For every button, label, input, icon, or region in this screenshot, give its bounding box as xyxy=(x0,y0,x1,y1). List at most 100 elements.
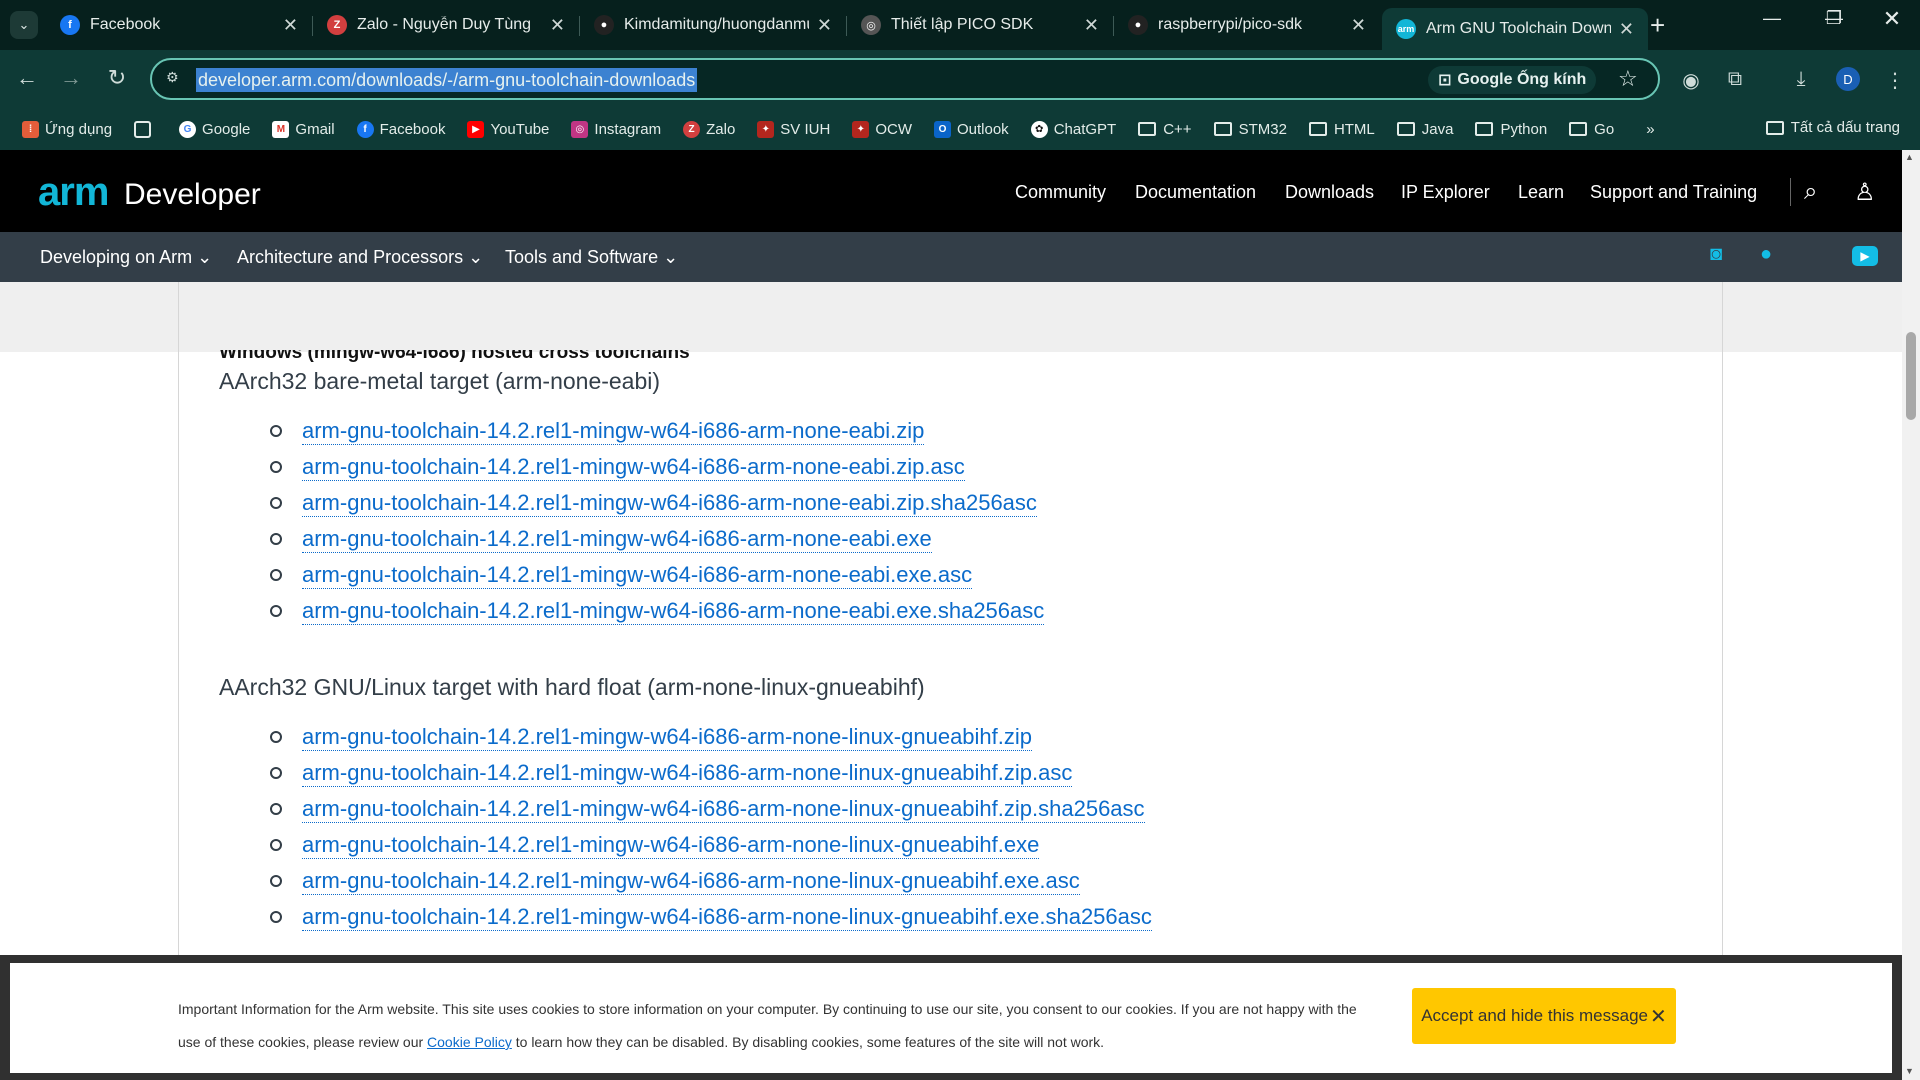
youtube-icon[interactable]: ▶ xyxy=(1852,246,1878,266)
discord-icon[interactable]: ◙ xyxy=(1703,243,1729,269)
close-icon[interactable]: ✕ xyxy=(283,15,298,36)
bookmark-label: HTML xyxy=(1333,120,1375,138)
bookmark-folder-html[interactable]: HTML xyxy=(1308,120,1375,138)
bookmark-folder-stm32[interactable]: STM32 xyxy=(1213,121,1287,138)
arm-logo-suffix[interactable]: Developer xyxy=(124,178,261,212)
scroll-down-icon[interactable]: ▼ xyxy=(1905,1066,1914,1076)
page-scrollbar[interactable] xyxy=(1902,150,1920,1080)
all-bookmarks-button[interactable]: Tất cả dấu trang xyxy=(1765,119,1900,136)
scrollbar-thumb[interactable] xyxy=(1906,332,1916,420)
accept-label: Accept and hide this message xyxy=(1421,1006,1649,1025)
subnav-tools-and-software[interactable]: Tools and Software ⌄ xyxy=(505,247,678,268)
bookmark-folder-python[interactable]: Python xyxy=(1475,121,1547,138)
profile-avatar[interactable]: D xyxy=(1836,67,1860,91)
download-link[interactable]: arm-gnu-toolchain-14.2.rel1-mingw-w64-i6… xyxy=(302,526,932,553)
bookmark-gmail[interactable]: M Gmail xyxy=(272,120,335,138)
subnav-label: Tools and Software xyxy=(505,247,659,267)
bookmark-youtube[interactable]: ▶ YouTube xyxy=(467,120,549,138)
download-link[interactable]: arm-gnu-toolchain-14.2.rel1-mingw-w64-i6… xyxy=(302,760,1073,787)
extensions-icon[interactable]: ⧉ xyxy=(1720,68,1750,91)
nav-ip-explorer[interactable]: IP Explorer xyxy=(1401,182,1490,203)
tab-pico-sdk-setup[interactable]: ◎ Thiết lập PICO SDK ✕ xyxy=(847,8,1113,42)
tab-title: raspberrypi/pico-sdk xyxy=(1158,16,1303,33)
bookmark-label: ChatGPT xyxy=(1053,120,1117,138)
cookie-policy-link[interactable]: Cookie Policy xyxy=(427,1034,512,1050)
ip-extension-icon[interactable]: ◉ xyxy=(1676,68,1706,93)
close-icon[interactable]: ✕ xyxy=(550,15,565,36)
folder-icon xyxy=(1308,122,1327,136)
bookmark-google[interactable]: G Google xyxy=(179,120,250,138)
download-link[interactable]: arm-gnu-toolchain-14.2.rel1-mingw-w64-i6… xyxy=(302,904,1152,931)
omnibox[interactable]: ⚙ developer.arm.com/downloads/-/arm-gnu-… xyxy=(150,58,1660,100)
nav-community[interactable]: Community xyxy=(1015,182,1106,203)
close-icon: ✕ xyxy=(1650,1005,1667,1028)
close-window-button[interactable]: ✕ xyxy=(1872,6,1912,32)
tab-github-kimdamitung[interactable]: ● Kimdamitung/huongdanmu ✕ xyxy=(580,8,846,42)
download-link[interactable]: arm-gnu-toolchain-14.2.rel1-mingw-w64-i6… xyxy=(302,868,1080,895)
download-link[interactable]: arm-gnu-toolchain-14.2.rel1-mingw-w64-i6… xyxy=(302,562,973,589)
bookmark-label: OCW xyxy=(875,120,912,138)
tab-github-pico-sdk[interactable]: ● raspberrypi/pico-sdk ✕ xyxy=(1114,8,1380,42)
download-icon[interactable]: ⤓ xyxy=(1786,68,1816,91)
download-link[interactable]: arm-gnu-toolchain-14.2.rel1-mingw-w64-i6… xyxy=(302,724,1033,751)
arm-subnav: Developing on Arm ⌄ Architecture and Pro… xyxy=(0,232,1902,282)
subnav-developing-on-arm[interactable]: Developing on Arm ⌄ xyxy=(40,247,212,268)
nav-downloads[interactable]: Downloads xyxy=(1285,182,1374,203)
restore-button[interactable]: ❐ xyxy=(1814,8,1854,29)
menu-kebab-icon[interactable]: ⋮ xyxy=(1880,68,1910,93)
google-lens-button[interactable]: ⊡ Google Ống kính xyxy=(1428,66,1597,94)
close-icon[interactable]: ✕ xyxy=(1619,19,1634,40)
tab-zalo[interactable]: Z Zalo - Nguyễn Duy Tùng ✕ xyxy=(313,8,579,42)
bookmark-outlook[interactable]: O Outlook xyxy=(933,120,1009,138)
bookmarks-bar: ⁞ Ứng dụng G Google M Gmail f Facebook ▶ YouT… xyxy=(0,108,1920,150)
nav-learn[interactable]: Learn xyxy=(1518,182,1564,203)
cookie-text-part: to learn how they can be disabled. By di… xyxy=(511,1034,1105,1050)
nav-support-and-training[interactable]: Support and Training xyxy=(1590,182,1757,203)
bookmark-apps[interactable]: ⁞ Ứng dụng xyxy=(22,120,112,138)
bookmark-zalo[interactable]: Z Zalo xyxy=(683,120,735,138)
bookmark-folder-cpp[interactable]: C++ xyxy=(1138,121,1192,138)
scroll-up-icon[interactable]: ▲ xyxy=(1905,152,1914,162)
minimize-button[interactable]: — xyxy=(1752,8,1792,29)
search-icon[interactable]: ⌕ xyxy=(1804,178,1817,206)
download-link[interactable]: arm-gnu-toolchain-14.2.rel1-mingw-w64-i6… xyxy=(302,418,925,445)
github-icon[interactable]: ● xyxy=(1753,243,1779,269)
accept-cookies-button[interactable]: Accept and hide this message ✕ xyxy=(1412,988,1676,1044)
download-link[interactable]: arm-gnu-toolchain-14.2.rel1-mingw-w64-i6… xyxy=(302,832,1040,859)
close-icon[interactable]: ✕ xyxy=(817,15,832,36)
close-icon[interactable]: ✕ xyxy=(1351,15,1366,36)
download-link[interactable]: arm-gnu-toolchain-14.2.rel1-mingw-w64-i6… xyxy=(302,454,965,481)
bookmark-instagram[interactable]: ◎ Instagram xyxy=(571,120,661,138)
list-item: arm-gnu-toolchain-14.2.rel1-mingw-w64-i6… xyxy=(270,794,1145,824)
bookmark-folder-java[interactable]: Java xyxy=(1396,121,1453,138)
bookmark-star-icon[interactable]: ☆ xyxy=(1618,66,1638,92)
list-item: arm-gnu-toolchain-14.2.rel1-mingw-w64-i6… xyxy=(270,758,1073,788)
url-input[interactable]: developer.arm.com/downloads/-/arm-gnu-to… xyxy=(196,68,698,92)
tab-facebook[interactable]: f Facebook ✕ xyxy=(46,8,312,42)
tab-search-button[interactable]: ⌄ xyxy=(10,11,38,39)
bookmark-chatgpt[interactable]: ✿ ChatGPT xyxy=(1030,120,1117,138)
download-link[interactable]: arm-gnu-toolchain-14.2.rel1-mingw-w64-i6… xyxy=(302,490,1037,517)
tab-arm-gnu-toolchain[interactable]: arm Arm GNU Toolchain Downl ✕ xyxy=(1382,8,1648,50)
user-icon[interactable]: ♙ xyxy=(1854,178,1876,207)
subnav-architecture-and-processors[interactable]: Architecture and Processors ⌄ xyxy=(237,247,483,268)
bookmark-label: Outlook xyxy=(956,120,1009,138)
back-icon[interactable]: ← xyxy=(12,65,42,91)
bookmark-sv-iuh[interactable]: ✦ SV IUH xyxy=(757,120,830,138)
bookmark-facebook[interactable]: f Facebook xyxy=(356,120,445,138)
arm-logo[interactable]: arm xyxy=(38,170,109,215)
more-bookmarks-button[interactable]: » xyxy=(1646,121,1654,138)
bookmark-tab-groups[interactable] xyxy=(134,120,157,138)
reload-icon[interactable]: ↻ xyxy=(102,65,132,91)
site-settings-icon[interactable]: ⚙ xyxy=(166,69,186,89)
bookmark-ocw[interactable]: ✦ OCW xyxy=(852,120,912,138)
new-tab-button[interactable]: + xyxy=(1650,10,1665,41)
download-link[interactable]: arm-gnu-toolchain-14.2.rel1-mingw-w64-i6… xyxy=(302,796,1145,823)
bookmark-folder-go[interactable]: Go xyxy=(1569,121,1614,138)
close-icon[interactable]: ✕ xyxy=(1084,15,1099,36)
download-link[interactable]: arm-gnu-toolchain-14.2.rel1-mingw-w64-i6… xyxy=(302,598,1045,625)
list-item: arm-gnu-toolchain-14.2.rel1-mingw-w64-i6… xyxy=(270,488,1037,518)
facebook-icon: f xyxy=(356,120,374,138)
nav-documentation[interactable]: Documentation xyxy=(1135,182,1256,203)
forward-icon[interactable]: → xyxy=(56,65,86,91)
